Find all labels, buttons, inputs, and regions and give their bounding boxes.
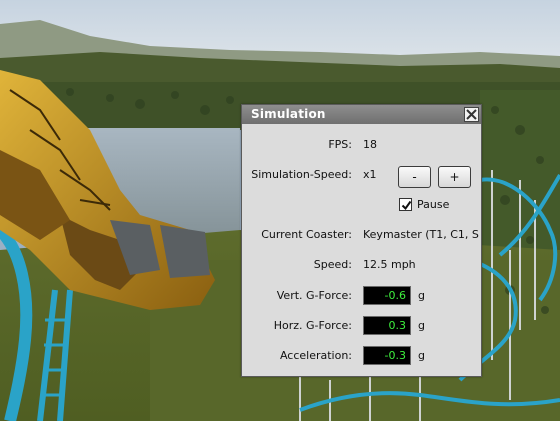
acceleration-label: Acceleration: bbox=[279, 349, 352, 362]
speed-value: 12.5 mph bbox=[363, 258, 416, 271]
vert-g-force-readout: -0.6 bbox=[363, 286, 411, 305]
horz-g-force-label: Horz. G-Force: bbox=[273, 319, 352, 332]
pause-label[interactable]: Pause bbox=[417, 198, 449, 211]
speed-decrease-button[interactable]: - bbox=[398, 166, 431, 188]
horz-g-force-unit: g bbox=[418, 319, 425, 332]
simulation-window: Simulation FPS: 18 Simulation-Speed: x1 … bbox=[241, 104, 482, 377]
fps-label: FPS: bbox=[328, 138, 352, 151]
window-title: Simulation bbox=[251, 107, 326, 121]
vert-g-force-unit: g bbox=[418, 289, 425, 302]
acceleration-readout: -0.3 bbox=[363, 346, 411, 365]
simulation-speed-value: x1 bbox=[363, 168, 377, 181]
checkmark-icon bbox=[401, 200, 412, 211]
window-titlebar[interactable]: Simulation bbox=[242, 105, 481, 124]
speed-increase-button[interactable]: + bbox=[438, 166, 471, 188]
speed-label: Speed: bbox=[313, 258, 352, 271]
pause-checkbox[interactable] bbox=[399, 198, 412, 211]
current-coaster-value: Keymaster (T1, C1, S bbox=[363, 228, 479, 241]
vert-g-force-label: Vert. G-Force: bbox=[276, 289, 352, 302]
horz-g-force-readout: 0.3 bbox=[363, 316, 411, 335]
fps-value: 18 bbox=[363, 138, 377, 151]
simulation-speed-label: Simulation-Speed: bbox=[251, 168, 352, 181]
acceleration-unit: g bbox=[418, 349, 425, 362]
close-icon bbox=[466, 109, 477, 120]
close-button[interactable] bbox=[464, 107, 479, 122]
current-coaster-label: Current Coaster: bbox=[261, 228, 352, 241]
